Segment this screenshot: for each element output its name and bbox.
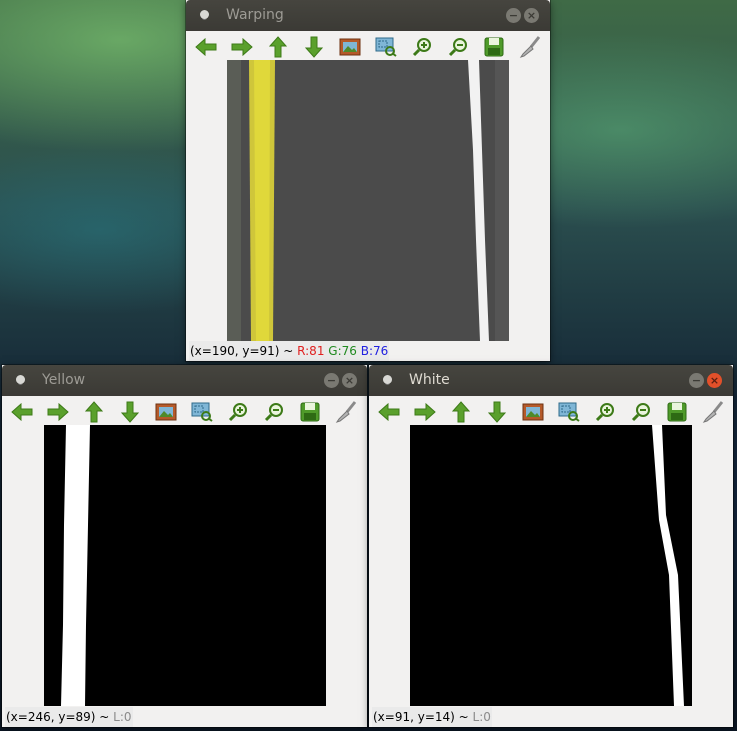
zoom-in-icon: [228, 403, 247, 422]
warping-titlebar[interactable]: Warping − ×: [186, 0, 550, 31]
pan-up-icon: [452, 401, 470, 423]
pixel-red-value: R:81: [297, 344, 325, 358]
close-button[interactable]: ×: [524, 8, 539, 23]
white-statusbar: (x=91, y=14) ~ L:0: [369, 707, 733, 727]
zoom-out-icon[interactable]: [446, 35, 470, 59]
pan-right-icon: [414, 403, 436, 421]
window-menu-icon[interactable]: [383, 375, 392, 384]
zoom-fit-icon: [522, 403, 544, 421]
yellow-mask-image[interactable]: [44, 425, 326, 706]
zoom-region-icon[interactable]: [374, 35, 398, 59]
white-window: White − × (x=91, y=14) ~ L:0: [369, 365, 733, 727]
pan-up-icon: [85, 401, 103, 423]
pan-right-icon[interactable]: [230, 35, 254, 59]
pan-down-icon: [121, 401, 139, 423]
warping-statusbar: (x=190, y=91) ~ R:81 G:76 B:76: [186, 341, 550, 361]
minimize-button[interactable]: −: [506, 8, 521, 23]
zoom-fit-icon: [155, 403, 177, 421]
zoom-fit-icon[interactable]: [338, 35, 362, 59]
zoom-fit-icon: [339, 38, 361, 56]
zoom-out-icon: [264, 403, 283, 422]
pan-right-icon: [47, 403, 69, 421]
close-button[interactable]: ×: [342, 373, 357, 388]
yellow-toolbar: [2, 396, 367, 426]
window-title: Warping: [226, 7, 284, 23]
warping-toolbar: [186, 31, 550, 61]
yellow-statusbar: (x=246, y=89) ~ L:0: [2, 707, 367, 727]
minimize-button[interactable]: −: [689, 373, 704, 388]
cursor-coords: (x=190, y=91) ~: [190, 344, 298, 358]
close-button[interactable]: ×: [707, 373, 722, 388]
zoom-region-icon[interactable]: [190, 400, 214, 424]
pan-right-icon[interactable]: [413, 400, 437, 424]
save-icon: [484, 37, 504, 57]
pan-up-icon[interactable]: [449, 400, 473, 424]
yellow-window: Yellow − × (x=246, y=89) ~ L:0: [2, 365, 367, 727]
zoom-fit-icon[interactable]: [521, 400, 545, 424]
properties-brush-icon[interactable]: [701, 400, 725, 424]
pan-down-icon: [488, 401, 506, 423]
white-toolbar: [369, 396, 733, 426]
properties-brush-icon[interactable]: [518, 35, 542, 59]
zoom-region-icon: [375, 37, 397, 57]
save-icon[interactable]: [298, 400, 322, 424]
zoom-out-icon: [631, 403, 650, 422]
properties-brush-icon: [335, 401, 357, 423]
zoom-region-icon[interactable]: [557, 400, 581, 424]
pan-down-icon[interactable]: [485, 400, 509, 424]
window-title: White: [409, 372, 450, 388]
warped-road-image[interactable]: [227, 60, 509, 341]
window-menu-icon[interactable]: [16, 375, 25, 384]
warping-window: Warping − × (x=190, y=91) ~ R:81 G:76 B:…: [186, 0, 550, 361]
pan-down-icon[interactable]: [118, 400, 142, 424]
save-icon[interactable]: [482, 35, 506, 59]
zoom-out-icon[interactable]: [262, 400, 286, 424]
minimize-button[interactable]: −: [324, 373, 339, 388]
zoom-in-icon[interactable]: [226, 400, 250, 424]
pan-up-icon[interactable]: [82, 400, 106, 424]
window-menu-icon[interactable]: [200, 10, 209, 19]
zoom-out-icon: [448, 38, 467, 57]
pan-down-icon: [305, 36, 323, 58]
zoom-out-icon[interactable]: [629, 400, 653, 424]
zoom-region-icon: [558, 402, 580, 422]
zoom-region-icon: [191, 402, 213, 422]
pan-up-icon[interactable]: [266, 35, 290, 59]
pan-right-icon[interactable]: [46, 400, 70, 424]
save-icon[interactable]: [665, 400, 689, 424]
zoom-fit-icon[interactable]: [154, 400, 178, 424]
cursor-coords: (x=91, y=14) ~: [373, 710, 473, 724]
save-icon: [300, 402, 320, 422]
properties-brush-icon: [702, 401, 724, 423]
pan-left-icon: [195, 38, 217, 56]
pan-left-icon[interactable]: [10, 400, 34, 424]
pan-left-icon: [11, 403, 33, 421]
save-icon: [667, 402, 687, 422]
white-mask-image[interactable]: [410, 425, 692, 706]
cursor-coords: (x=246, y=89) ~: [6, 710, 114, 724]
pan-up-icon: [269, 36, 287, 58]
pixel-green-value: G:76: [324, 344, 357, 358]
window-title: Yellow: [42, 372, 86, 388]
pixel-luma-value: L:0: [113, 710, 132, 724]
pan-down-icon[interactable]: [302, 35, 326, 59]
properties-brush-icon[interactable]: [334, 400, 358, 424]
zoom-in-icon[interactable]: [593, 400, 617, 424]
pan-left-icon: [378, 403, 400, 421]
zoom-in-icon[interactable]: [410, 35, 434, 59]
pixel-luma-value: L:0: [472, 710, 491, 724]
zoom-in-icon: [595, 403, 614, 422]
pan-left-icon[interactable]: [377, 400, 401, 424]
pan-left-icon[interactable]: [194, 35, 218, 59]
pixel-blue-value: B:76: [356, 344, 389, 358]
white-titlebar[interactable]: White − ×: [369, 365, 733, 396]
properties-brush-icon: [519, 36, 541, 58]
yellow-titlebar[interactable]: Yellow − ×: [2, 365, 367, 396]
pan-right-icon: [231, 38, 253, 56]
zoom-in-icon: [412, 38, 431, 57]
